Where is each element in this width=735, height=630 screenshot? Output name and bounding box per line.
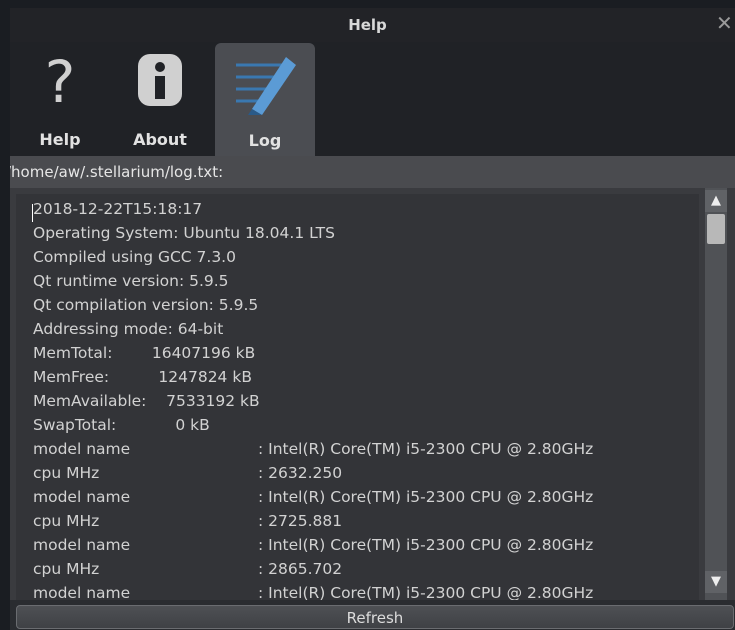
log-line: Qt compilation version: 5.9.5 (33, 296, 259, 314)
log-line: cpu MHz : 2865.702 (33, 560, 342, 578)
log-line: MemAvailable: 7533192 kB (33, 392, 260, 410)
log-scrollbar[interactable]: ▲ ▼ (705, 188, 727, 600)
log-line: SwapTotal: 0 kB (33, 416, 210, 434)
log-line: cpu MHz : 2632.250 (33, 464, 342, 482)
log-line: Compiled using GCC 7.3.0 (33, 248, 236, 266)
log-key: cpu MHz (33, 560, 100, 578)
log-line: model name : Intel(R) Core(TM) i5-2300 CP… (33, 488, 593, 506)
pen-notepad-icon (236, 57, 296, 115)
log-line: model name : Intel(R) Core(TM) i5-2300 CP… (33, 536, 593, 554)
log-line: MemTotal: 16407196 kB (33, 344, 256, 362)
log-value: : 2632.250 (258, 464, 343, 482)
log-file-path: /home/aw/.stellarium/log.txt: (10, 156, 735, 188)
svg-text:?: ? (45, 50, 76, 110)
log-line: MemFree: 1247824 kB (33, 368, 252, 386)
log-value: : 2865.702 (258, 560, 343, 578)
log-key: model name (33, 536, 131, 554)
log-value: : Intel(R) Core(TM) i5-2300 CPU @ 2.80GH… (258, 440, 594, 458)
tab-about-label: About (133, 130, 187, 149)
tab-help-label: Help (39, 130, 81, 149)
tab-log[interactable]: Log (215, 43, 315, 158)
question-mark-icon: ? (45, 50, 76, 110)
tab-log-label: Log (248, 131, 282, 150)
log-panel: 2018-12-22T15:18:17 Operating System: Ub… (10, 188, 735, 600)
log-key: model name (33, 488, 131, 506)
log-line: Operating System: Ubuntu 18.04.1 LTS (33, 224, 335, 242)
window-title: Help (348, 16, 387, 34)
log-line: 2018-12-22T15:18:17 (33, 200, 203, 218)
log-value: : Intel(R) Core(TM) i5-2300 CPU @ 2.80GH… (258, 536, 594, 554)
log-line: model name : Intel(R) Core(TM) i5-2300 CP… (33, 584, 593, 600)
scrollbar-thumb[interactable] (707, 214, 725, 244)
close-icon[interactable]: ✕ (716, 13, 733, 33)
log-line: Addressing mode: 64-bit (33, 320, 224, 338)
log-value: : Intel(R) Core(TM) i5-2300 CPU @ 2.80GH… (258, 584, 594, 600)
scroll-down-icon[interactable]: ▼ (705, 571, 727, 593)
title-bar: Help ✕ (10, 8, 735, 42)
tab-bar: ? Help About Log (10, 42, 735, 158)
tab-about[interactable]: About (110, 42, 210, 157)
log-line: model name : Intel(R) Core(TM) i5-2300 CP… (33, 440, 593, 458)
log-key: model name (33, 440, 131, 458)
scroll-up-icon[interactable]: ▲ (705, 190, 727, 212)
log-key: cpu MHz (33, 512, 100, 530)
log-value: : 2725.881 (258, 512, 343, 530)
log-text-area[interactable]: 2018-12-22T15:18:17 Operating System: Ub… (16, 194, 699, 600)
log-value: : Intel(R) Core(TM) i5-2300 CPU @ 2.80GH… (258, 488, 594, 506)
refresh-button[interactable]: Refresh (16, 605, 734, 629)
log-line: cpu MHz : 2725.881 (33, 512, 342, 530)
log-line: Qt runtime version: 5.9.5 (33, 272, 229, 290)
log-key: cpu MHz (33, 464, 100, 482)
tab-help[interactable]: ? Help (10, 42, 110, 157)
info-icon (138, 54, 182, 106)
log-key: model name (33, 584, 131, 600)
help-window: Help ✕ ? Help About Log /home/aw/.stella… (10, 8, 735, 630)
